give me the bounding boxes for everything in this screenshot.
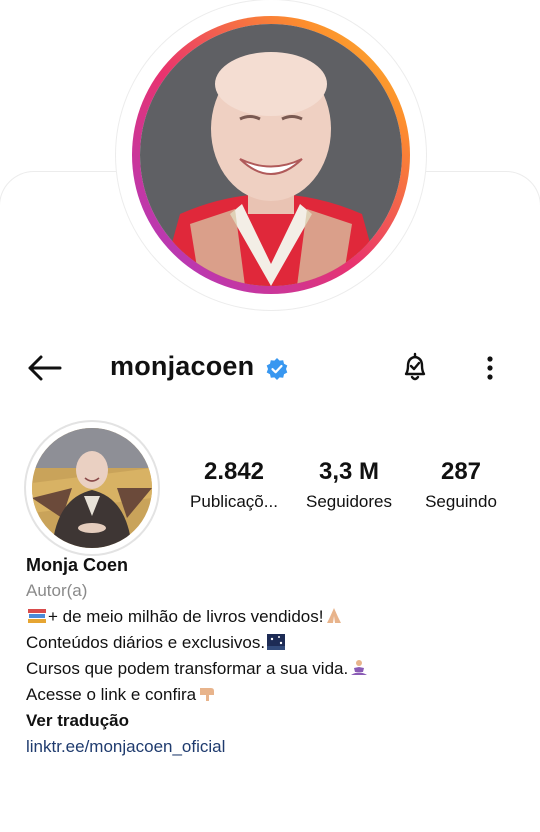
bio-line-3: Cursos que podem transformar a sua vida. [26,656,526,682]
posts-label: Publicaçõ... [190,492,278,511]
pointing-down-emoji-icon [200,688,215,701]
bio-line-3-text: Cursos que podem transformar a sua vida. [26,659,349,678]
stat-following[interactable]: 287 Seguindo [412,458,510,512]
bio-line-1-text: + de meio milhão de livros vendidos! [48,607,324,626]
followers-label: Seguidores [305,492,392,511]
story-ring[interactable] [132,16,410,294]
profile-category: Autor(a) [26,581,88,600]
bio-external-link[interactable]: linktr.ee/monjacoen_oficial [26,734,526,760]
profile-photo-small [32,428,152,548]
see-translation-link[interactable]: Ver tradução [26,708,526,734]
profile-username: monjacoen [110,351,255,381]
profile-photo-large [140,24,402,286]
arrow-left-icon[interactable] [26,353,62,383]
bell-check-icon[interactable] [400,352,430,384]
large-profile-photo [116,0,426,310]
stat-followers[interactable]: 3,3 M Seguidores [292,458,406,512]
bio-line-1: + de meio milhão de livros vendidos! [26,604,526,630]
avatar[interactable] [26,422,158,554]
profile-bio: Monja Coen Autor(a) + de meio milhão de … [26,552,526,760]
following-label: Seguindo [425,492,497,511]
followers-count: 3,3 M [318,458,380,485]
bio-line-4: Acesse o link e confira [26,682,526,708]
more-vertical-icon[interactable] [480,353,500,383]
praying-hands-emoji-icon [327,608,342,623]
night-sky-emoji-icon [267,634,286,650]
verified-badge-icon [266,358,288,380]
stat-posts[interactable]: 2.842 Publicaçõ... [178,458,290,512]
books-emoji-icon [28,609,46,623]
profile-header-bar: monjacoen [0,343,540,393]
bio-line-4-text: Acesse o link e confira [26,685,197,704]
bio-line-2-text: Conteúdos diários e exclusivos. [26,633,266,652]
posts-count: 2.842 [203,458,265,485]
following-count: 287 [440,458,482,485]
bio-line-2: Conteúdos diários e exclusivos. [26,630,526,656]
profile-name: Monja Coen [26,555,128,575]
person-lotus-emoji-icon [351,660,368,675]
